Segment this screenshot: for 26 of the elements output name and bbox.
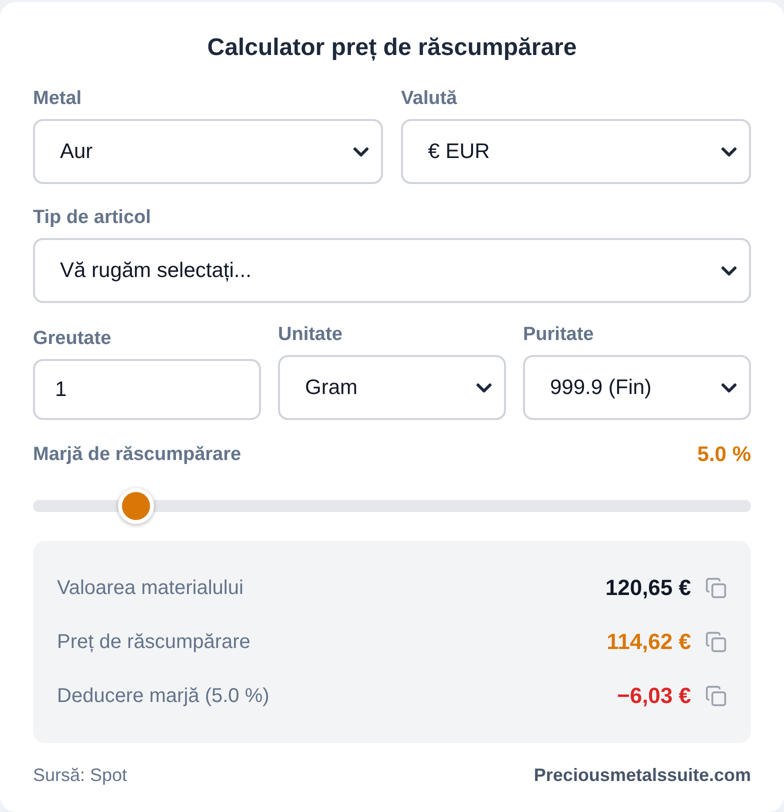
source-text: Sursă: Spot [33,765,128,786]
dropdown-select[interactable]: Vă rugăm selectați... [33,238,751,303]
dropdown-select[interactable]: 999.9 (Fin) [523,355,751,420]
field-label: Greutate [33,328,112,350]
brand-text: Preciousmetalssuite.com [534,765,751,786]
field-label: Unitate [278,324,342,346]
dropdown-select[interactable]: € EUR [401,119,751,184]
result-value: −6,03 € [616,683,691,709]
margin-reading: 5.0 % [697,444,751,466]
dropdown-select[interactable]: Gram [278,355,506,420]
copy-icon[interactable] [705,577,727,599]
margin-label: Marjă de răscumpărare [33,444,242,466]
copy-icon[interactable] [705,685,727,707]
result-label: Valoarea materialului [57,576,244,600]
result-label: Deducere marjă (5.0 %) [57,684,270,708]
field-label: Tip de articol [33,207,151,229]
field-label: Valută [401,88,457,110]
result-value: 120,65 € [605,575,691,601]
result-value: 114,62 € [606,629,691,655]
copy-icon[interactable] [705,631,727,653]
input-field[interactable]: 1 [33,359,261,420]
field-label: Metal [33,88,82,110]
calculator-title: Calculator preț de răscumpărare [207,33,577,63]
dropdown-select[interactable]: Aur [33,119,383,184]
field-label: Puritate [523,324,594,346]
result-label: Preț de răscumpărare [57,630,250,654]
